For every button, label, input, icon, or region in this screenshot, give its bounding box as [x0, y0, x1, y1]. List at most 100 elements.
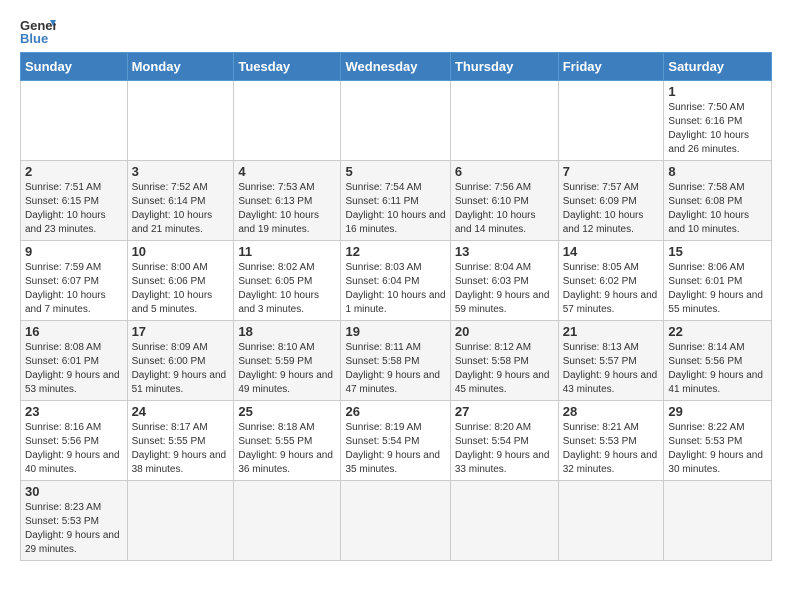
day-number: 30 — [25, 484, 123, 499]
day-number: 27 — [455, 404, 554, 419]
calendar-cell — [127, 81, 234, 161]
day-info: Sunrise: 8:22 AM Sunset: 5:53 PM Dayligh… — [668, 421, 767, 477]
calendar-cell — [558, 81, 664, 161]
header: General Blue — [20, 16, 772, 44]
day-number: 16 — [25, 324, 123, 339]
page: General Blue SundayMondayTuesdayWednesda… — [0, 0, 792, 577]
day-number: 9 — [25, 244, 123, 259]
day-number: 2 — [25, 164, 123, 179]
calendar-cell — [341, 481, 450, 561]
day-number: 18 — [238, 324, 336, 339]
calendar-header-friday: Friday — [558, 53, 664, 81]
day-number: 20 — [455, 324, 554, 339]
calendar-cell: 1Sunrise: 7:50 AM Sunset: 6:16 PM Daylig… — [664, 81, 772, 161]
day-info: Sunrise: 8:04 AM Sunset: 6:03 PM Dayligh… — [455, 261, 554, 317]
calendar-cell: 7Sunrise: 7:57 AM Sunset: 6:09 PM Daylig… — [558, 161, 664, 241]
day-info: Sunrise: 8:12 AM Sunset: 5:58 PM Dayligh… — [455, 341, 554, 397]
calendar-cell: 2 Sunrise: 7:51 AM Sunset: 6:15 PM Daylig… — [21, 161, 128, 241]
calendar-cell: 16 Sunrise: 8:08 AM Sunset: 6:01 PM Dayli… — [21, 321, 128, 401]
day-info: Sunrise: 8:16 AM Sunset: 5:56 PM Dayligh… — [25, 421, 123, 477]
calendar-cell: 24 Sunrise: 8:17 AM Sunset: 5:55 PM Dayli… — [127, 401, 234, 481]
calendar-cell: 26 Sunrise: 8:19 AM Sunset: 5:54 PM Dayli… — [341, 401, 450, 481]
day-info: Sunrise: 7:50 AM Sunset: 6:16 PM Dayligh… — [668, 101, 767, 157]
calendar-week-4: 16 Sunrise: 8:08 AM Sunset: 6:01 PM Dayli… — [21, 321, 772, 401]
calendar-header-wednesday: Wednesday — [341, 53, 450, 81]
day-number: 6 — [455, 164, 554, 179]
day-number: 24 — [132, 404, 230, 419]
calendar-header-tuesday: Tuesday — [234, 53, 341, 81]
day-info: Sunrise: 8:10 AM Sunset: 5:59 PM Dayligh… — [238, 341, 336, 397]
day-info: Sunrise: 8:19 AM Sunset: 5:54 PM Dayligh… — [345, 421, 445, 477]
calendar-cell: 30 Sunrise: 8:23 AM Sunset: 5:53 PM Dayli… — [21, 481, 128, 561]
calendar-cell — [664, 481, 772, 561]
day-info: Sunrise: 8:08 AM Sunset: 6:01 PM Dayligh… — [25, 341, 123, 397]
day-number: 7 — [563, 164, 660, 179]
calendar-cell: 18 Sunrise: 8:10 AM Sunset: 5:59 PM Dayli… — [234, 321, 341, 401]
day-number: 17 — [132, 324, 230, 339]
day-number: 11 — [238, 244, 336, 259]
calendar-cell: 29 Sunrise: 8:22 AM Sunset: 5:53 PM Dayli… — [664, 401, 772, 481]
calendar-cell — [450, 481, 558, 561]
day-info: Sunrise: 7:58 AM Sunset: 6:08 PM Dayligh… — [668, 181, 767, 237]
calendar-cell: 14 Sunrise: 8:05 AM Sunset: 6:02 PM Dayli… — [558, 241, 664, 321]
calendar-week-2: 2 Sunrise: 7:51 AM Sunset: 6:15 PM Daylig… — [21, 161, 772, 241]
day-info: Sunrise: 8:18 AM Sunset: 5:55 PM Dayligh… — [238, 421, 336, 477]
calendar-week-1: 1Sunrise: 7:50 AM Sunset: 6:16 PM Daylig… — [21, 81, 772, 161]
day-info: Sunrise: 8:09 AM Sunset: 6:00 PM Dayligh… — [132, 341, 230, 397]
day-info: Sunrise: 8:02 AM Sunset: 6:05 PM Dayligh… — [238, 261, 336, 317]
day-number: 3 — [132, 164, 230, 179]
calendar: SundayMondayTuesdayWednesdayThursdayFrid… — [20, 52, 772, 561]
calendar-cell: 15 Sunrise: 8:06 AM Sunset: 6:01 PM Dayli… — [664, 241, 772, 321]
calendar-cell: 11 Sunrise: 8:02 AM Sunset: 6:05 PM Dayli… — [234, 241, 341, 321]
day-number: 26 — [345, 404, 445, 419]
calendar-cell: 3 Sunrise: 7:52 AM Sunset: 6:14 PM Daylig… — [127, 161, 234, 241]
day-info: Sunrise: 8:20 AM Sunset: 5:54 PM Dayligh… — [455, 421, 554, 477]
day-number: 14 — [563, 244, 660, 259]
day-number: 22 — [668, 324, 767, 339]
calendar-week-5: 23 Sunrise: 8:16 AM Sunset: 5:56 PM Dayli… — [21, 401, 772, 481]
calendar-cell: 5Sunrise: 7:54 AM Sunset: 6:11 PM Daylig… — [341, 161, 450, 241]
day-info: Sunrise: 8:06 AM Sunset: 6:01 PM Dayligh… — [668, 261, 767, 317]
day-info: Sunrise: 7:53 AM Sunset: 6:13 PM Dayligh… — [238, 181, 336, 237]
calendar-cell — [450, 81, 558, 161]
day-info: Sunrise: 8:23 AM Sunset: 5:53 PM Dayligh… — [25, 501, 123, 557]
calendar-cell — [234, 481, 341, 561]
calendar-header-row: SundayMondayTuesdayWednesdayThursdayFrid… — [21, 53, 772, 81]
day-info: Sunrise: 8:21 AM Sunset: 5:53 PM Dayligh… — [563, 421, 660, 477]
calendar-cell: 21 Sunrise: 8:13 AM Sunset: 5:57 PM Dayli… — [558, 321, 664, 401]
calendar-cell: 23 Sunrise: 8:16 AM Sunset: 5:56 PM Dayli… — [21, 401, 128, 481]
day-info: Sunrise: 8:13 AM Sunset: 5:57 PM Dayligh… — [563, 341, 660, 397]
calendar-cell — [127, 481, 234, 561]
day-info: Sunrise: 8:00 AM Sunset: 6:06 PM Dayligh… — [132, 261, 230, 317]
day-number: 21 — [563, 324, 660, 339]
day-number: 29 — [668, 404, 767, 419]
calendar-cell — [558, 481, 664, 561]
day-info: Sunrise: 7:52 AM Sunset: 6:14 PM Dayligh… — [132, 181, 230, 237]
day-number: 5 — [345, 164, 445, 179]
day-info: Sunrise: 8:14 AM Sunset: 5:56 PM Dayligh… — [668, 341, 767, 397]
day-number: 25 — [238, 404, 336, 419]
day-info: Sunrise: 8:11 AM Sunset: 5:58 PM Dayligh… — [345, 341, 445, 397]
calendar-cell: 27 Sunrise: 8:20 AM Sunset: 5:54 PM Dayli… — [450, 401, 558, 481]
day-info: Sunrise: 8:17 AM Sunset: 5:55 PM Dayligh… — [132, 421, 230, 477]
day-info: Sunrise: 8:05 AM Sunset: 6:02 PM Dayligh… — [563, 261, 660, 317]
calendar-cell: 17 Sunrise: 8:09 AM Sunset: 6:00 PM Dayli… — [127, 321, 234, 401]
calendar-cell: 10Sunrise: 8:00 AM Sunset: 6:06 PM Dayli… — [127, 241, 234, 321]
calendar-header-saturday: Saturday — [664, 53, 772, 81]
day-info: Sunrise: 7:56 AM Sunset: 6:10 PM Dayligh… — [455, 181, 554, 237]
calendar-cell: 9 Sunrise: 7:59 AM Sunset: 6:07 PM Daylig… — [21, 241, 128, 321]
svg-text:Blue: Blue — [20, 31, 48, 44]
calendar-cell: 19Sunrise: 8:11 AM Sunset: 5:58 PM Dayli… — [341, 321, 450, 401]
calendar-cell: 20 Sunrise: 8:12 AM Sunset: 5:58 PM Dayli… — [450, 321, 558, 401]
day-number: 23 — [25, 404, 123, 419]
day-number: 13 — [455, 244, 554, 259]
calendar-cell — [234, 81, 341, 161]
calendar-header-sunday: Sunday — [21, 53, 128, 81]
calendar-cell — [341, 81, 450, 161]
day-number: 28 — [563, 404, 660, 419]
day-info: Sunrise: 7:51 AM Sunset: 6:15 PM Dayligh… — [25, 181, 123, 237]
calendar-week-6: 30 Sunrise: 8:23 AM Sunset: 5:53 PM Dayli… — [21, 481, 772, 561]
day-info: Sunrise: 7:59 AM Sunset: 6:07 PM Dayligh… — [25, 261, 123, 317]
day-number: 15 — [668, 244, 767, 259]
calendar-cell: 8Sunrise: 7:58 AM Sunset: 6:08 PM Daylig… — [664, 161, 772, 241]
